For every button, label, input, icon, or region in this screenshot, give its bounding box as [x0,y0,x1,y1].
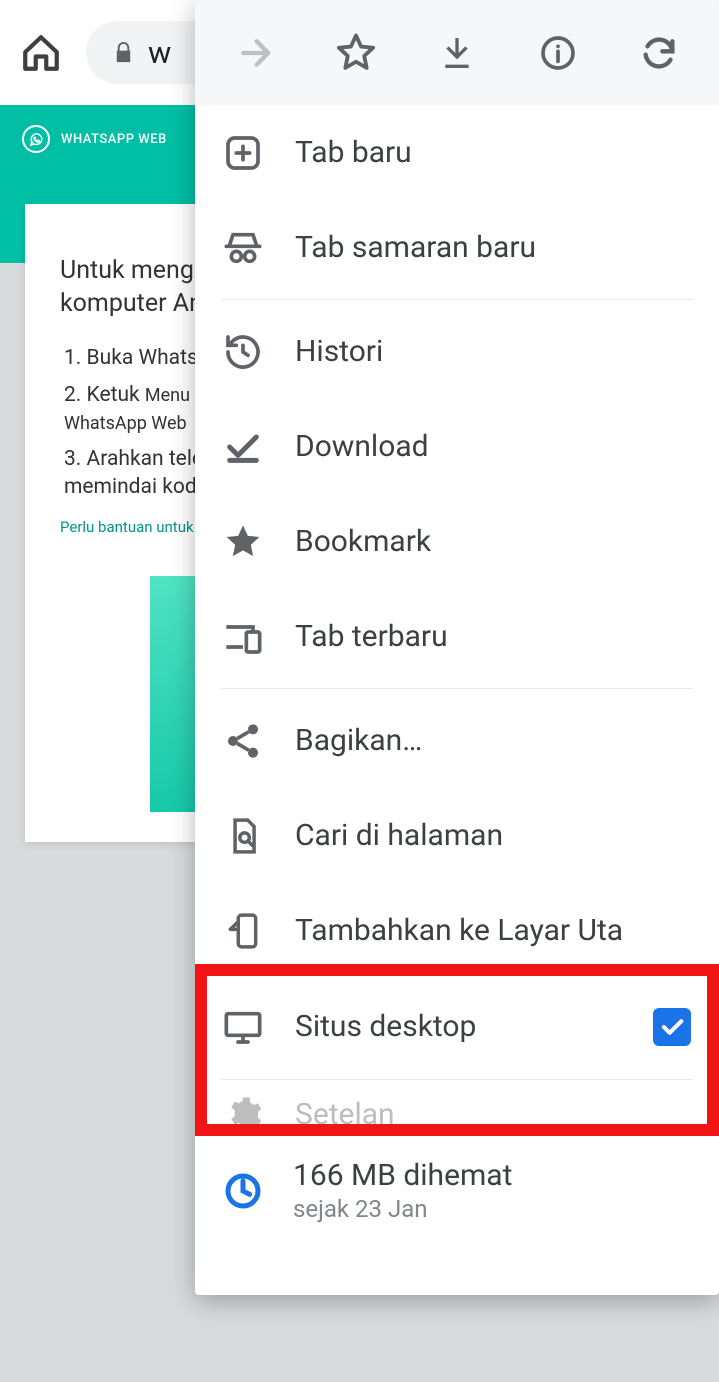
menu-item-label: Tab baru [295,135,691,170]
whatsapp-brand-label: WHATSAPP WEB [61,132,167,147]
menu-toolbar [195,0,719,105]
menu-separator [221,1079,693,1080]
add-to-homescreen-icon [223,911,263,951]
menu-item-find[interactable]: Cari di halaman [195,788,719,883]
menu-item-label: Cari di halaman [295,818,691,853]
menu-item-new-tab[interactable]: Tab baru [195,105,719,200]
whatsapp-logo-icon [22,125,50,153]
menu-item-settings[interactable]: Setelan [195,1084,719,1144]
history-icon [223,332,263,372]
forward-icon [234,32,276,74]
whatsapp-brand: WHATSAPP WEB [22,125,167,153]
menu-item-label: Tab samaran baru [295,230,691,265]
data-saved-title: 166 MB dihemat [293,1158,512,1193]
star-filled-icon [223,522,263,562]
share-icon [223,721,263,761]
gear-icon [223,1094,263,1134]
menu-item-label: Situs desktop [295,1009,621,1044]
menu-item-add-homescreen[interactable]: Tambahkan ke Layar Uta [195,883,719,978]
incognito-icon [223,228,263,268]
devices-icon [223,617,263,657]
menu-separator [221,299,693,300]
desktop-icon [223,1007,263,1047]
data-saved-subtitle: sejak 23 Jan [293,1195,512,1223]
menu-item-label: Bookmark [295,524,691,559]
menu-item-share[interactable]: Bagikan… [195,693,719,788]
plus-square-icon [223,133,263,173]
find-in-page-icon [223,816,263,856]
browser-menu-panel: Tab baru Tab samaran baru Histori Downlo… [195,0,719,1295]
menu-item-download[interactable]: Download [195,399,719,494]
menu-item-label: Setelan [295,1097,691,1132]
menu-item-label: Tambahkan ke Layar Uta [295,913,691,948]
menu-item-label: Download [295,429,691,464]
menu-item-data-saved[interactable]: 166 MB dihemat sejak 23 Jan [195,1144,719,1245]
download-check-icon [223,427,263,467]
url-text: w [148,34,178,71]
menu-item-label: Tab terbaru [295,619,691,654]
data-saver-icon [223,1171,263,1211]
menu-item-incognito[interactable]: Tab samaran baru [195,200,719,295]
menu-item-label: Bagikan… [295,723,691,758]
reload-icon[interactable] [638,32,680,74]
menu-item-recent-tabs[interactable]: Tab terbaru [195,589,719,684]
download-toolbar-icon[interactable] [436,32,478,74]
info-icon[interactable] [537,32,579,74]
lock-icon [112,39,135,66]
menu-item-desktop-site[interactable]: Situs desktop [195,978,719,1075]
menu-item-history[interactable]: Histori [195,304,719,399]
star-icon[interactable] [335,32,377,74]
menu-item-bookmark[interactable]: Bookmark [195,494,719,589]
menu-separator [221,688,693,689]
checkbox-checked-icon[interactable] [653,1008,691,1046]
home-icon[interactable] [20,32,62,74]
menu-item-label: Histori [295,334,691,369]
